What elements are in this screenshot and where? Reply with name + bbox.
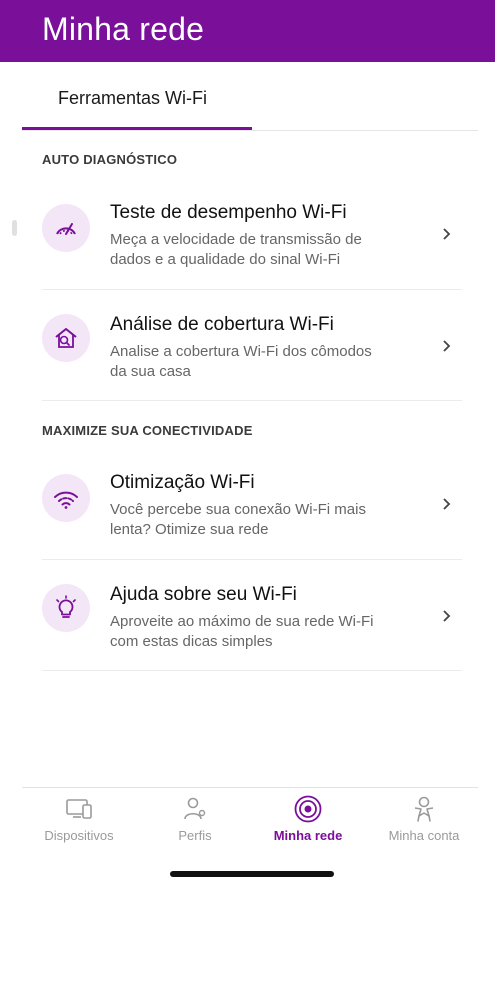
item-title: Análise de cobertura Wi-Fi [110,314,334,335]
wifi-icon [42,474,90,522]
nav-label: Dispositivos [44,828,114,843]
tab-label: Ferramentas Wi-Fi [58,88,208,108]
item-title: Otimização Wi-Fi [110,472,255,493]
nav-item-perfis[interactable]: Perfis [140,792,250,852]
list-item-otimizacao-wifi[interactable]: Otimização Wi-Fi Você percebe sua conexã… [22,450,462,560]
network-icon [294,795,322,823]
speedometer-icon [42,204,90,252]
app-header: Minha rede [0,0,495,62]
tab-bar: Ferramentas Wi-Fi [0,62,495,130]
tab-divider [22,130,478,131]
nav-label: Perfis [178,828,212,843]
nav-label: Minha rede [273,828,343,843]
item-description: Analise a cobertura Wi-Fi dos cômodos da… [110,343,372,380]
home-indicator[interactable] [170,871,334,877]
item-description: Você percebe sua conexão Wi-Fi mais lent… [110,501,366,538]
chevron-right-icon [443,340,451,352]
nav-item-dispositivos[interactable]: Dispositivos [24,792,134,852]
tab-ferramentas-wifi[interactable]: Ferramentas Wi-Fi [22,62,252,130]
nav-item-minha-rede[interactable]: Minha rede [253,792,363,852]
edge-handle [12,220,17,236]
house-search-icon [42,314,90,362]
nav-label: Minha conta [388,828,460,843]
list-item-ajuda-wifi[interactable]: Ajuda sobre seu Wi-Fi Aproveite ao máxim… [22,560,462,670]
divider [42,400,462,401]
list-item-analise-cobertura[interactable]: Análise de cobertura Wi-Fi Analise a cob… [22,290,462,400]
chevron-right-icon [443,228,451,240]
lightbulb-icon [42,584,90,632]
chevron-right-icon [443,498,451,510]
item-description: Meça a velocidade de transmissão de dado… [110,231,362,268]
list-item-teste-desempenho[interactable]: Teste de desempenho Wi-Fi Meça a velocid… [22,180,462,290]
section-header-auto-diagnostico: AUTO DIAGNÓSTICO [42,152,178,167]
divider [42,670,462,671]
account-icon [414,796,434,822]
section-header-maximize-conectividade: MAXIMIZE SUA CONECTIVIDADE [42,423,253,438]
profiles-icon [184,797,206,820]
item-title: Teste de desempenho Wi-Fi [110,202,347,223]
page-title: Minha rede [42,11,205,47]
item-description: Aproveite ao máximo de sua rede Wi-Fi co… [110,613,374,650]
item-title: Ajuda sobre seu Wi-Fi [110,584,297,605]
chevron-right-icon [443,610,451,622]
devices-icon [66,799,92,819]
nav-item-minha-conta[interactable]: Minha conta [369,792,479,852]
bottom-nav-divider [22,787,478,788]
